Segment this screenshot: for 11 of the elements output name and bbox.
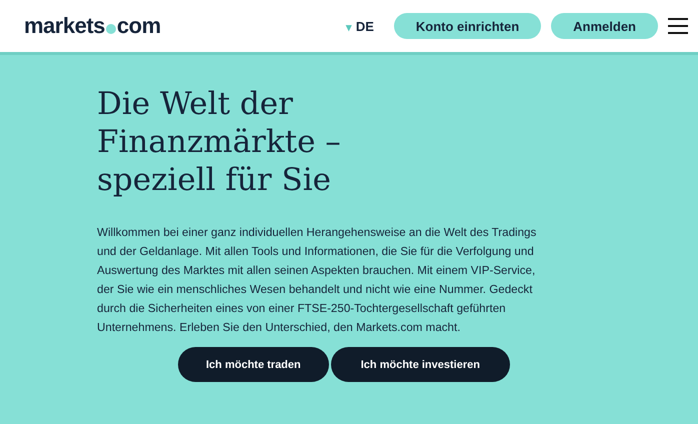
dot-icon — [106, 24, 116, 34]
header-button[interactable]: Anmelden — [551, 13, 658, 39]
hero-paragraph: Willkommen bei einer ganz individuellen Herangehensweise an die Welt des Tradings und der Geldanlage. Mit allen Tools und Informationen, die Sie für die Verfolgung und Auswertung des Marktes mit allen seinen Aspekten brauchen. Mit einem VIP-Service, der Sie wie ein menschliches Wesen behandelt und nicht wie eine Nummer. Gedeckt durch die Sicherheiten eines von einer FTSE-250-Tochtergesellschaft geführten Unternehmens. Erleben Sie den Unterschied, den Markets.com macht. — [97, 225, 537, 336]
language-selector[interactable]: ▾ DE — [340, 18, 380, 34]
menu-icon[interactable] — [668, 18, 688, 34]
logo-text: com — [116, 13, 161, 39]
logo-text: markets — [24, 13, 105, 39]
hero-title: Die Welt der Finanzmärkte – speziell für Sie — [97, 85, 342, 199]
cta-button[interactable]: Ich möchte investieren — [330, 347, 510, 382]
header-button[interactable]: Konto einrichten — [394, 13, 542, 39]
cta-button[interactable]: Ich möchte traden — [178, 347, 329, 382]
